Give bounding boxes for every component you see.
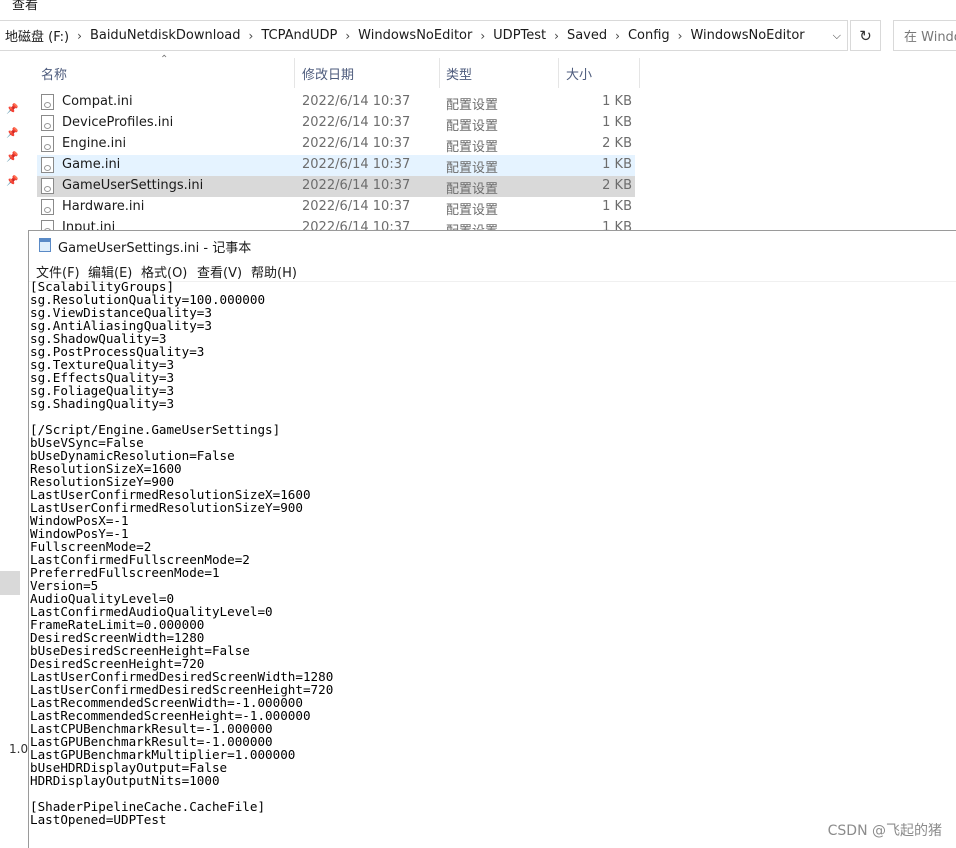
ini-file-icon (41, 157, 54, 173)
file-size: 1 KB (602, 157, 632, 172)
file-name: Game.ini (62, 157, 121, 172)
ini-file-icon (41, 115, 54, 131)
file-type: 配置设置 (446, 161, 499, 176)
pin-icon[interactable]: 📌 (6, 176, 18, 187)
chevron-right-icon[interactable]: › (342, 29, 353, 43)
breadcrumb-udptest[interactable]: UDPTest (488, 28, 551, 43)
file-size: 1 KB (602, 115, 632, 130)
breadcrumb-baidunetdiskdownload[interactable]: BaiduNetdiskDownload (85, 28, 246, 43)
ribbon: 查看 (0, 0, 956, 16)
file-type: 配置设置 (446, 203, 499, 218)
chevron-right-icon[interactable]: › (74, 29, 85, 43)
file-date: 2022/6/14 10:37 (302, 136, 411, 151)
breadcrumb-saved[interactable]: Saved (562, 28, 612, 43)
menu-view[interactable]: 查看(V) (197, 262, 242, 281)
file-date: 2022/6/14 10:37 (302, 199, 411, 214)
column-name[interactable]: 名称 (41, 64, 67, 83)
breadcrumb-tcpandudp[interactable]: TCPAndUDP (256, 28, 342, 43)
column-divider[interactable] (294, 58, 295, 88)
file-size: 2 KB (602, 136, 632, 151)
nav-selected-item[interactable] (0, 571, 20, 595)
search-input[interactable]: 在 Windo (893, 20, 956, 51)
file-row-selected[interactable]: GameUserSettings.ini 2022/6/14 10:37 配置设… (37, 176, 635, 197)
breadcrumb-drive[interactable]: 地磁盘 (F:) (0, 26, 74, 45)
chevron-right-icon[interactable]: › (612, 29, 623, 43)
pin-icon[interactable]: 📌 (6, 128, 18, 139)
file-name: DeviceProfiles.ini (62, 115, 174, 130)
refresh-icon: ↻ (859, 26, 872, 45)
pin-icon[interactable]: 📌 (6, 104, 18, 115)
column-divider[interactable] (558, 58, 559, 88)
column-size[interactable]: 大小 (566, 64, 592, 83)
breadcrumb-windowsnoeditor[interactable]: WindowsNoEditor (353, 28, 477, 43)
file-row[interactable]: Compat.ini 2022/6/14 10:37 配置设置 1 KB (37, 92, 635, 113)
file-row[interactable]: Hardware.ini 2022/6/14 10:37 配置设置 1 KB (37, 197, 635, 218)
view-tab[interactable]: 查看 (12, 0, 38, 13)
notepad-title: GameUserSettings.ini - 记事本 (58, 241, 252, 256)
file-type: 配置设置 (446, 119, 499, 134)
file-size: 2 KB (602, 178, 632, 193)
notepad-window: GameUserSettings.ini - 记事本 文件(F) 编辑(E) 格… (28, 230, 956, 848)
notepad-icon (39, 238, 51, 252)
file-name: Engine.ini (62, 136, 127, 151)
file-name: Hardware.ini (62, 199, 145, 214)
ini-file-icon (41, 136, 54, 152)
file-date: 2022/6/14 10:37 (302, 178, 411, 193)
navigation-pane: 📌 📌 📌 📌 1.06 (0, 54, 36, 848)
column-type[interactable]: 类型 (446, 64, 472, 83)
file-name: Compat.ini (62, 94, 133, 109)
file-size: 1 KB (602, 94, 632, 109)
pin-icon[interactable]: 📌 (6, 152, 18, 163)
notepad-text-area[interactable]: [ScalabilityGroups] sg.ResolutionQuality… (30, 280, 333, 826)
column-divider[interactable] (439, 58, 440, 88)
address-bar[interactable]: 地磁盘 (F:) › BaiduNetdiskDownload › TCPAnd… (0, 20, 848, 51)
chevron-right-icon[interactable]: › (477, 29, 488, 43)
file-type: 配置设置 (446, 98, 499, 113)
ini-file-icon (41, 199, 54, 215)
chevron-right-icon[interactable]: › (246, 29, 257, 43)
breadcrumb-windowsnoeditor-current[interactable]: WindowsNoEditor (685, 28, 809, 43)
menu-help[interactable]: 帮助(H) (251, 262, 297, 281)
column-date[interactable]: 修改日期 (302, 64, 354, 83)
csdn-watermark: CSDN @飞起的猪 (827, 823, 942, 839)
file-size: 1 KB (602, 199, 632, 214)
file-date: 2022/6/14 10:37 (302, 157, 411, 172)
refresh-button[interactable]: ↻ (850, 20, 881, 51)
ini-file-icon (41, 178, 54, 194)
file-row[interactable]: Engine.ini 2022/6/14 10:37 配置设置 2 KB (37, 134, 635, 155)
address-bar-area: 地磁盘 (F:) › BaiduNetdiskDownload › TCPAnd… (0, 16, 956, 54)
file-type: 配置设置 (446, 140, 499, 155)
file-row[interactable]: DeviceProfiles.ini 2022/6/14 10:37 配置设置 … (37, 113, 635, 134)
notepad-title-bar[interactable]: GameUserSettings.ini - 记事本 (29, 231, 956, 259)
breadcrumb-config[interactable]: Config (623, 28, 675, 43)
file-row-hovered[interactable]: Game.ini 2022/6/14 10:37 配置设置 1 KB (37, 155, 635, 176)
chevron-right-icon[interactable]: › (551, 29, 562, 43)
ini-file-icon (41, 94, 54, 110)
chevron-right-icon[interactable]: › (675, 29, 686, 43)
chevron-down-icon[interactable]: ⌵ (833, 29, 841, 43)
sort-up-icon: ⌃ (160, 54, 169, 65)
file-name: GameUserSettings.ini (62, 178, 204, 193)
column-headers: ⌃ 名称 修改日期 类型 大小 (30, 54, 640, 88)
file-date: 2022/6/14 10:37 (302, 94, 411, 109)
file-date: 2022/6/14 10:37 (302, 115, 411, 130)
file-type: 配置设置 (446, 182, 499, 197)
column-divider[interactable] (639, 58, 640, 88)
